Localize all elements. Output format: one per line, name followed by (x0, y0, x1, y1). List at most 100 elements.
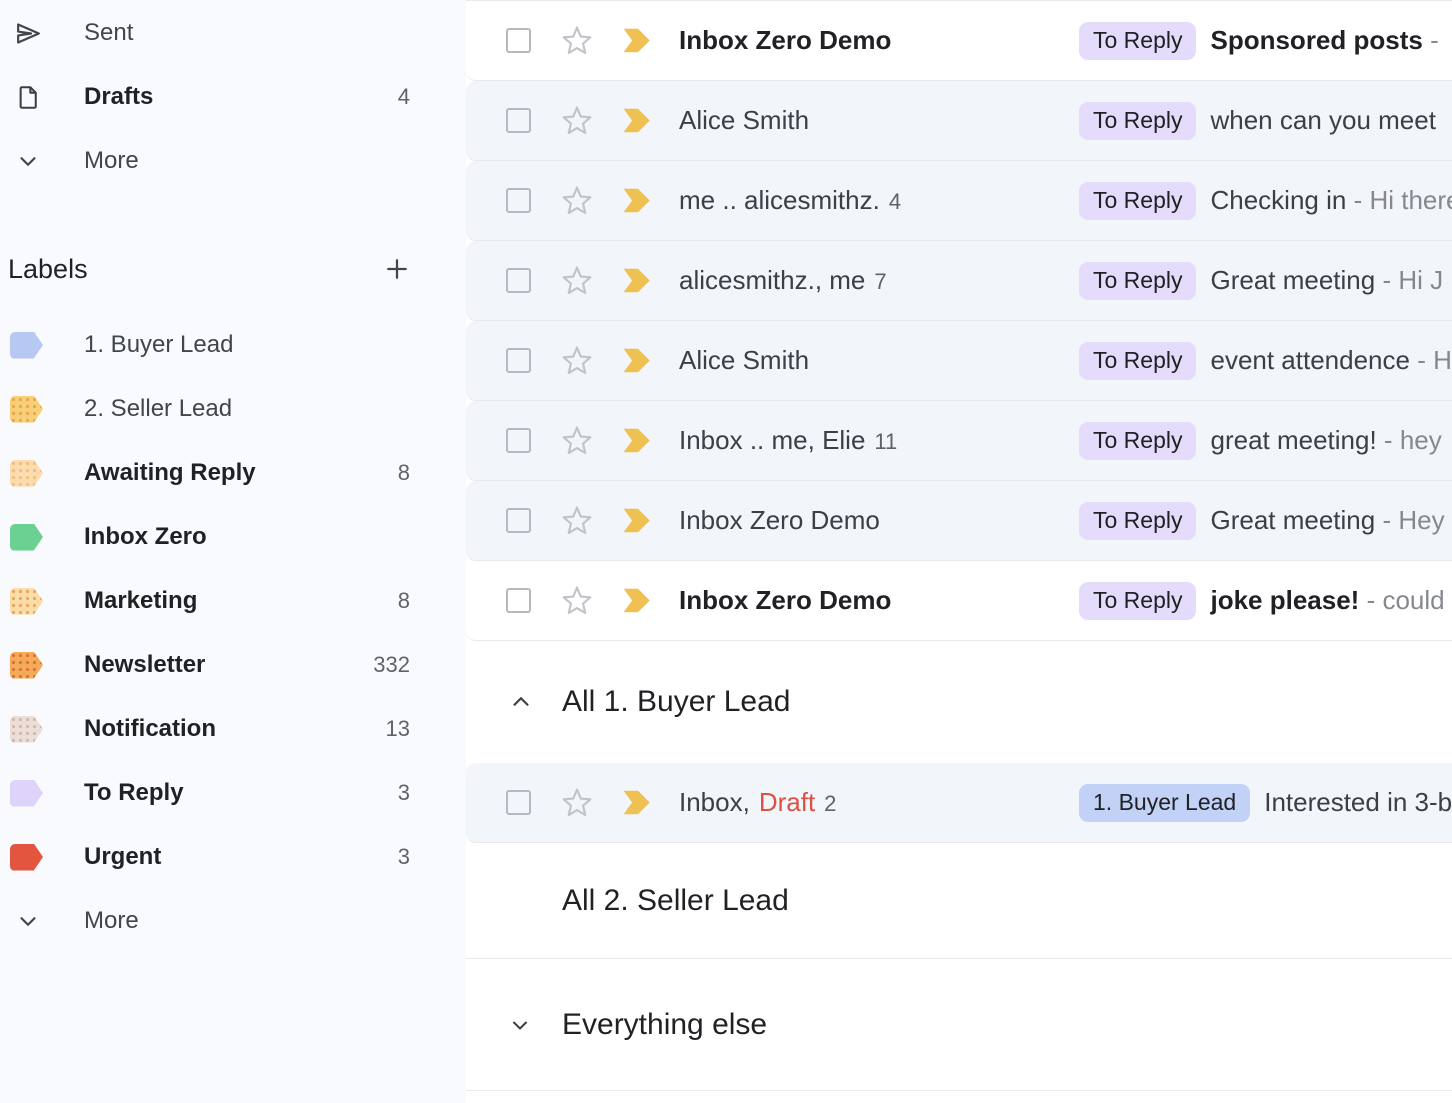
email-row[interactable]: Inbox .. me, Elie 11 To Reply great meet… (466, 401, 1452, 481)
select-checkbox[interactable] (506, 508, 531, 533)
create-label-button[interactable] (382, 254, 412, 284)
sidebar-label-item[interactable]: Inbox Zero (0, 505, 466, 569)
subject: joke please! (1210, 585, 1359, 615)
star-icon[interactable] (561, 787, 593, 819)
subject: event attendence (1210, 345, 1410, 375)
chevron-up-icon[interactable] (508, 689, 534, 715)
sender: me .. alicesmithz. 4 (679, 185, 1079, 216)
sender-name: Inbox Zero Demo (679, 25, 891, 56)
label-name: 1. Buyer Lead (84, 331, 233, 359)
sidebar-item-more[interactable]: More (0, 129, 466, 193)
email-row[interactable]: Alice Smith To Reply when can you meet (466, 81, 1452, 161)
sidebar-label-item[interactable]: To Reply 3 (0, 761, 466, 825)
sidebar-label-item[interactable]: 2. Seller Lead (0, 377, 466, 441)
select-checkbox[interactable] (506, 268, 531, 293)
importance-marker-icon[interactable] (621, 788, 655, 817)
star-icon[interactable] (561, 25, 593, 57)
star-icon[interactable] (561, 185, 593, 217)
email-row[interactable]: Inbox, Draft 2 1. Buyer Lead Interested … (466, 763, 1452, 843)
label-badge: To Reply (1079, 262, 1196, 300)
label-tag-icon (10, 844, 43, 871)
sender-name: Inbox Zero Demo (679, 585, 891, 616)
draft-label: Draft (759, 787, 815, 818)
select-checkbox[interactable] (506, 790, 531, 815)
label-name: Awaiting Reply (84, 459, 256, 487)
label-tag-icon (10, 780, 43, 807)
star-icon[interactable] (561, 345, 593, 377)
label-badge: 1. Buyer Lead (1079, 784, 1250, 822)
subject: Sponsored posts (1210, 25, 1422, 55)
importance-marker-icon[interactable] (621, 186, 655, 215)
star-icon[interactable] (561, 105, 593, 137)
star-icon[interactable] (561, 505, 593, 537)
label-count: 13 (386, 716, 410, 742)
label-tag-icon (10, 460, 43, 487)
select-checkbox[interactable] (506, 428, 531, 453)
importance-marker-icon[interactable] (621, 586, 655, 615)
label-name: Newsletter (84, 651, 205, 679)
email-row[interactable]: me .. alicesmithz. 4 To Reply Checking i… (466, 161, 1452, 241)
sender: Alice Smith (679, 345, 1079, 376)
sidebar-item-label: More (84, 907, 139, 935)
snippet: Hi (1433, 345, 1452, 375)
send-icon (12, 18, 44, 49)
importance-marker-icon[interactable] (621, 26, 655, 55)
section-buyer-lead[interactable]: All 1. Buyer Lead (466, 641, 1452, 763)
sidebar-label-item[interactable]: 1. Buyer Lead (0, 313, 466, 377)
section-everything-else[interactable]: Everything else (466, 959, 1452, 1091)
select-checkbox[interactable] (506, 108, 531, 133)
label-tag-icon (10, 524, 43, 551)
sidebar-label-item[interactable]: Urgent 3 (0, 825, 466, 889)
importance-marker-icon[interactable] (621, 506, 655, 535)
star-icon[interactable] (561, 585, 593, 617)
importance-marker-icon[interactable] (621, 346, 655, 375)
sidebar-item-sent[interactable]: Sent (0, 1, 466, 65)
importance-marker-icon[interactable] (621, 266, 655, 295)
thread-count: 7 (874, 269, 886, 295)
importance-marker-icon[interactable] (621, 106, 655, 135)
sender-name: Alice Smith (679, 105, 809, 136)
label-count: 3 (398, 780, 410, 806)
sidebar-label-item[interactable]: Notification 13 (0, 697, 466, 761)
select-checkbox[interactable] (506, 28, 531, 53)
star-icon[interactable] (561, 265, 593, 297)
subject-line: Great meeting - Hey (1210, 505, 1452, 536)
sidebar-label-item[interactable]: Newsletter 332 (0, 633, 466, 697)
subject: Checking in (1210, 185, 1346, 215)
snippet: Hi J (1398, 265, 1443, 295)
email-row[interactable]: Inbox Zero Demo To Reply Sponsored posts… (466, 1, 1452, 81)
email-row[interactable]: Inbox Zero Demo To Reply Great meeting -… (466, 481, 1452, 561)
importance-marker-icon[interactable] (621, 426, 655, 455)
labels-title: Labels (8, 254, 88, 285)
draft-icon (12, 83, 44, 112)
label-count: 332 (373, 652, 410, 678)
sidebar-label-item[interactable]: Awaiting Reply 8 (0, 441, 466, 505)
select-checkbox[interactable] (506, 348, 531, 373)
section-title: Everything else (562, 1008, 767, 1042)
sidebar-label-item[interactable]: Marketing 8 (0, 569, 466, 633)
email-row[interactable]: Inbox Zero Demo To Reply joke please! - … (466, 561, 1452, 641)
section-seller-lead[interactable]: All 2. Seller Lead (466, 843, 1452, 959)
sidebar-item-label: More (84, 147, 139, 175)
to-reply-rows: Inbox Zero Demo To Reply Sponsored posts… (466, 1, 1452, 641)
select-checkbox[interactable] (506, 588, 531, 613)
label-badge: To Reply (1079, 22, 1196, 60)
thread-count: 11 (874, 429, 897, 455)
star-icon[interactable] (561, 425, 593, 457)
snippet-separator: - (1375, 265, 1398, 295)
chevron-down-icon (12, 148, 44, 174)
labels-header: Labels (0, 237, 466, 301)
email-list: Inbox Zero Demo To Reply Sponsored posts… (466, 0, 1452, 1103)
select-checkbox[interactable] (506, 188, 531, 213)
sidebar-item-more-labels[interactable]: More (0, 889, 466, 953)
sender-name: alicesmithz., me (679, 265, 865, 296)
email-row[interactable]: Alice Smith To Reply event attendence - … (466, 321, 1452, 401)
label-badge: To Reply (1079, 342, 1196, 380)
chevron-down-icon[interactable] (508, 1013, 534, 1037)
subject: Great meeting (1210, 505, 1375, 535)
label-tag-icon (10, 716, 43, 743)
email-row[interactable]: alicesmithz., me 7 To Reply Great meetin… (466, 241, 1452, 321)
snippet: Hi there (1369, 185, 1452, 215)
chevron-down-icon (12, 908, 44, 934)
sidebar-item-drafts[interactable]: Drafts 4 (0, 65, 466, 129)
